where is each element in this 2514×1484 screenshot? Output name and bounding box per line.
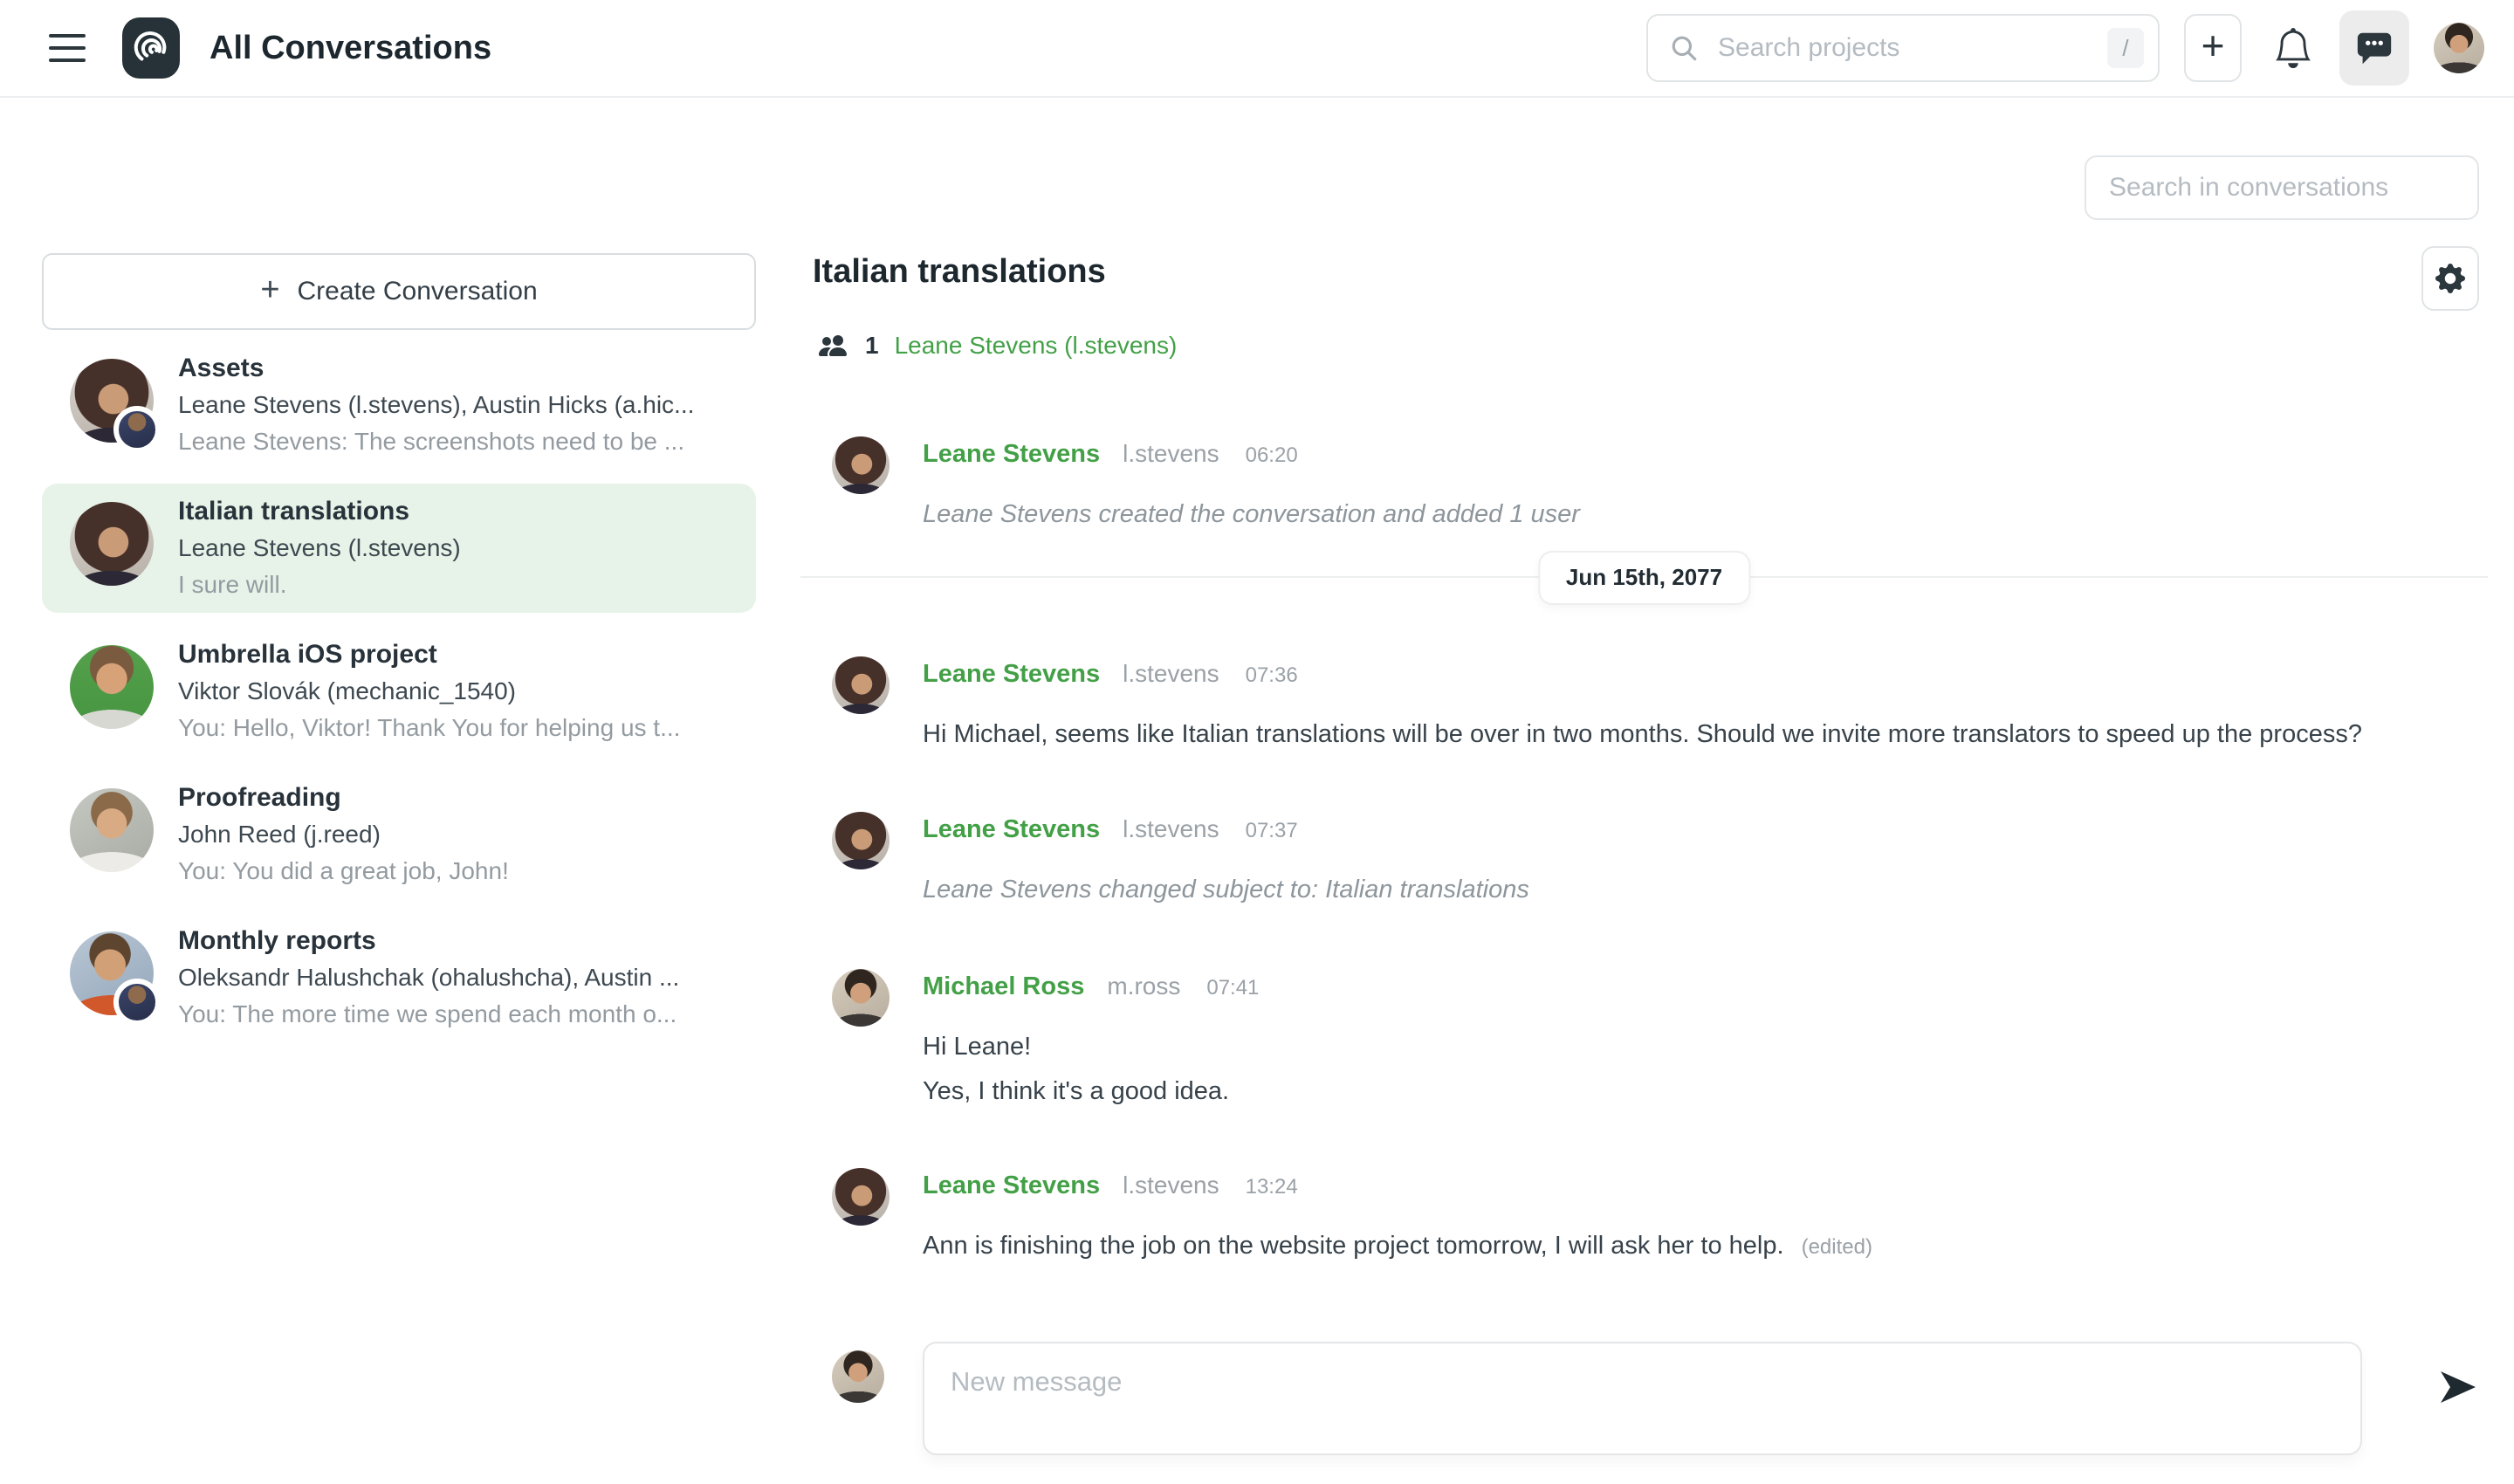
chat-bubble-icon [2354,28,2394,68]
search-projects-input[interactable] [1716,32,2090,64]
conversation-preview: You: You did a great job, John! [178,853,744,890]
system-message-text: Leane Stevens created the conversation a… [923,493,2479,536]
message-time: 07:36 [1246,663,1298,688]
message-avatar[interactable] [832,812,890,869]
conversation-avatar [70,359,154,443]
gear-icon [2435,264,2465,293]
conversation-avatar [70,931,154,1015]
message-text: Hi Leane! [923,1026,2479,1068]
conversation-preview: Leane Stevens: The screenshots need to b… [178,423,744,460]
composer-box [923,1342,2362,1455]
conversation-members: Viktor Slovák (mechanic_1540) [178,673,744,710]
conversation-item-monthly-reports[interactable]: Monthly reports Oleksandr Halushchak (oh… [42,913,756,1042]
members-count: 1 [865,332,879,360]
members-row: 1 Leane Stevens (l.stevens) [816,332,1177,360]
message-avatar[interactable] [832,436,890,494]
conversation-title: Umbrella iOS project [178,636,744,673]
search-in-conversations-box [2085,155,2479,220]
message: Leane Stevens l.stevens 13:24 Ann is fin… [832,1168,2479,1268]
conversations-button-active[interactable] [2339,10,2409,86]
create-conversation-label: Create Conversation [298,277,538,306]
logo-swirl-icon [131,28,171,68]
create-conversation-button[interactable]: + Create Conversation [42,253,756,330]
message-author[interactable]: Leane Stevens [923,660,1100,689]
conversation-members: Oleksandr Halushchak (ohalushcha), Austi… [178,959,744,996]
system-message-text: Leane Stevens changed subject to: Italia… [923,869,2479,911]
message-author[interactable]: Leane Stevens [923,1171,1100,1200]
message-author[interactable]: Michael Ross [923,972,1084,1001]
message-avatar[interactable] [832,969,890,1027]
message-avatar[interactable] [832,1168,890,1226]
message-username: m.ross [1107,972,1180,1000]
message-time: 13:24 [1246,1175,1298,1199]
conversation-title: Proofreading [178,780,744,816]
message-text: Yes, I think it's a good idea. [923,1070,2479,1113]
search-projects-box: / [1646,14,2160,82]
notifications-button[interactable] [2273,26,2313,70]
app-logo[interactable] [122,17,180,79]
message: Leane Stevens l.stevens 06:20 Leane Stev… [832,436,2479,536]
message-avatar[interactable] [832,656,890,714]
conversation-settings-button[interactable] [2421,246,2479,311]
conversation-item-italian-translations-selected[interactable]: Italian translations Leane Stevens (l.st… [42,484,756,613]
conversation-title: Assets [178,350,744,387]
conversation-preview: I sure will. [178,567,744,603]
message-text: Hi Michael, seems like Italian translati… [923,713,2479,756]
message-composer [832,1342,2479,1455]
message-time: 07:41 [1206,976,1259,1000]
send-icon [2437,1366,2479,1408]
send-button[interactable] [2437,1366,2479,1408]
chat-panel: Italian translations 1 Leane Stevens (l.… [800,244,2488,1484]
composer-user-avatar [832,1350,884,1403]
message-username: l.stevens [1123,815,1219,843]
conversation-members: John Reed (j.reed) [178,816,744,853]
bell-icon [2273,26,2313,70]
message-username: l.stevens [1123,660,1219,688]
message-username: l.stevens [1123,1171,1219,1199]
conversation-list: Assets Leane Stevens (l.stevens), Austin… [42,340,756,1042]
message-author[interactable]: Leane Stevens [923,440,1100,469]
message: Leane Stevens l.stevens 07:36 Hi Michael… [832,656,2479,756]
message: Michael Ross m.ross 07:41 Hi Leane! Yes,… [832,969,2479,1113]
message-author[interactable]: Leane Stevens [923,815,1100,844]
conversation-item-assets[interactable]: Assets Leane Stevens (l.stevens), Austin… [42,340,756,470]
conversation-members: Leane Stevens (l.stevens) [178,530,744,567]
chat-app: All Conversations / + + [0,0,2514,1484]
message-username: l.stevens [1123,440,1219,468]
conversation-avatar [70,502,154,586]
members-icon [816,332,849,360]
chat-title: Italian translations [813,253,1106,291]
conversation-title: Monthly reports [178,923,744,959]
message-time: 07:37 [1246,819,1298,843]
message-text: Ann is finishing the job on the website … [923,1232,1784,1260]
add-button[interactable]: + [2184,14,2242,82]
conversation-avatar [70,645,154,729]
date-divider: Jun 15th, 2077 [800,576,2488,578]
conversation-item-proofreading[interactable]: Proofreading John Reed (j.reed) You: You… [42,770,756,899]
date-pill: Jun 15th, 2077 [1538,551,1750,605]
new-message-input[interactable] [949,1364,2339,1436]
conversation-avatar [70,788,154,872]
conversation-title: Italian translations [178,493,744,530]
conversations-sidebar: + Create Conversation Assets Leane Steve… [42,253,756,1056]
hamburger-menu-icon[interactable] [49,34,86,62]
search-icon [1669,33,1699,63]
conversation-item-umbrella-ios-project[interactable]: Umbrella iOS project Viktor Slovák (mech… [42,627,756,756]
conversation-preview: You: Hello, Viktor! Thank You for helpin… [178,710,744,746]
conversation-members: Leane Stevens (l.stevens), Austin Hicks … [178,387,744,423]
members-link[interactable]: Leane Stevens (l.stevens) [895,332,1178,360]
search-in-conversations-input[interactable] [2107,172,2456,203]
user-avatar[interactable] [2434,23,2484,73]
message: Leane Stevens l.stevens 07:37 Leane Stev… [832,812,2479,911]
message-time: 06:20 [1246,443,1298,468]
edited-badge: (edited) [1802,1235,1872,1259]
conversation-preview: You: The more time we spend each month o… [178,996,744,1033]
top-bar: All Conversations / + [0,0,2514,98]
page-title: All Conversations [210,30,491,67]
keyboard-shortcut-hint: / [2107,28,2144,68]
plus-icon: + [260,273,279,310]
